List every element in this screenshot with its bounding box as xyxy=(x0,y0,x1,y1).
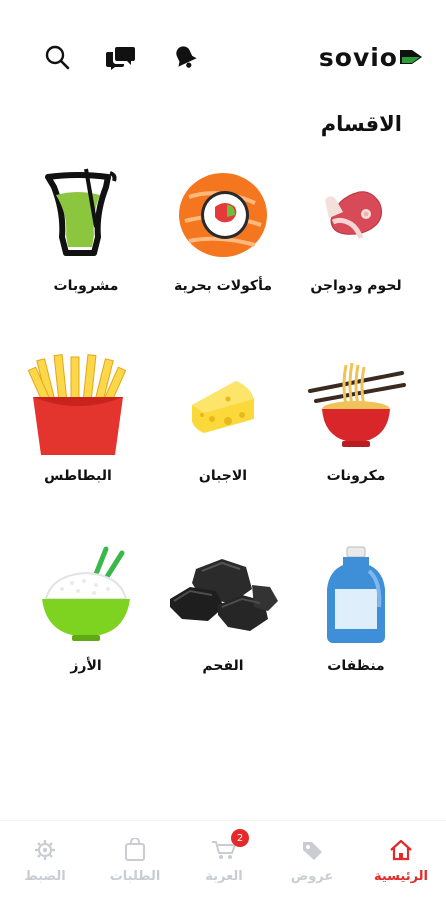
charcoal-icon xyxy=(153,540,293,650)
bag-icon xyxy=(121,837,149,863)
cart-badge: 2 xyxy=(231,829,249,847)
category-charcoal[interactable]: الفحم xyxy=(153,540,293,690)
category-cheese[interactable]: الاجبان xyxy=(153,350,293,500)
logo-text: sovio xyxy=(318,42,398,72)
nav-home[interactable]: الرئيسية xyxy=(362,831,440,893)
rice-icon xyxy=(16,540,156,650)
category-label: الفحم xyxy=(202,658,244,674)
category-pasta[interactable]: مكرونات xyxy=(286,350,426,500)
category-fries[interactable]: البطاطس xyxy=(8,350,148,500)
category-meat[interactable]: لحوم ودواجن xyxy=(286,160,426,310)
fries-icon xyxy=(8,350,148,460)
detergent-icon xyxy=(286,540,426,650)
noodles-icon xyxy=(286,350,426,460)
category-seafood[interactable]: مأكولات بحرية xyxy=(153,160,293,310)
nav-cart[interactable]: 2 العربة xyxy=(185,829,263,893)
nav-settings[interactable]: الضبط xyxy=(6,831,84,893)
nav-label: العربة xyxy=(205,869,243,884)
category-label: الاجبان xyxy=(198,468,248,484)
nav-label: الضبط xyxy=(24,869,66,884)
chat-icon[interactable] xyxy=(104,40,138,74)
category-rice[interactable]: الأرز xyxy=(16,540,156,690)
category-label: مكرونات xyxy=(326,468,386,484)
nav-label: عروض xyxy=(290,869,334,884)
nav-orders[interactable]: الطلبات xyxy=(96,831,174,893)
top-bar: sovio xyxy=(0,0,446,110)
search-icon[interactable] xyxy=(40,40,74,74)
category-label: مأكولات بحرية xyxy=(173,278,272,294)
category-label: الأرز xyxy=(70,658,102,674)
drink-icon xyxy=(16,160,156,270)
category-drinks[interactable]: مشروبات xyxy=(16,160,156,310)
category-label: البطاطس xyxy=(44,468,112,484)
nav-label: الطلبات xyxy=(109,869,161,884)
category-label: لحوم ودواجن xyxy=(310,278,402,294)
category-detergents[interactable]: منظفات xyxy=(286,540,426,690)
category-label: مشروبات xyxy=(53,278,119,294)
category-label: منظفات xyxy=(327,658,385,674)
meat-icon xyxy=(286,160,426,270)
app-logo: sovio xyxy=(319,40,424,74)
bottom-nav: الرئيسية عروض 2 العربة الطلبات الضبط xyxy=(0,820,446,900)
logo-arrow-icon xyxy=(400,50,422,64)
nav-offers[interactable]: عروض xyxy=(273,831,351,893)
home-icon xyxy=(387,837,415,863)
tag-icon xyxy=(298,837,326,863)
sushi-icon xyxy=(153,160,293,270)
section-title: الاقسام xyxy=(320,112,402,136)
gear-icon xyxy=(31,837,59,863)
nav-label: الرئيسية xyxy=(373,869,429,884)
bell-icon[interactable] xyxy=(168,40,202,74)
cheese-icon xyxy=(153,350,293,460)
